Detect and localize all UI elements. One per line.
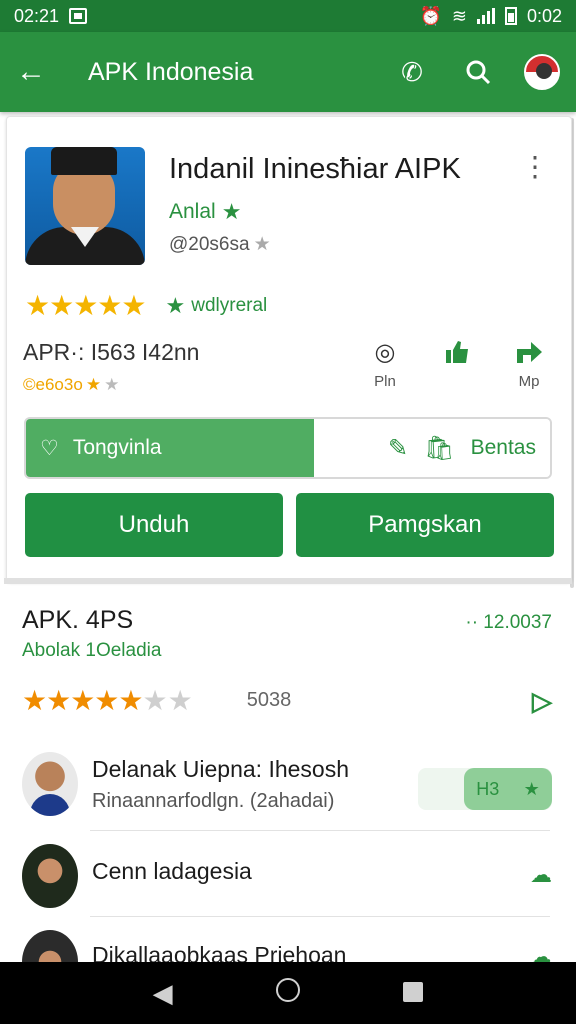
star-empty-icon: ★ [104, 375, 120, 394]
app-bar: ← APK Indonesia ✆ [0, 32, 576, 112]
signal-icon [476, 8, 495, 24]
recents-button[interactable] [393, 978, 433, 1009]
wifi-icon: ≋ [451, 5, 467, 26]
shop-label: Bentas [470, 436, 536, 459]
star-icon: ★ [523, 778, 540, 799]
shop-button[interactable]: ✎ 🛍 Bentas [314, 419, 550, 477]
back-triangle-icon[interactable]: ◀ [143, 978, 183, 1009]
mini-action-like[interactable] [431, 337, 483, 390]
home-circle-icon [275, 977, 300, 1002]
list-item-title: Delanak Uiepna: Ihesosh [92, 756, 349, 782]
package-name: @20s6sa [169, 233, 250, 255]
star-icon: ★ [85, 375, 102, 394]
more-options-icon[interactable]: ⋮ [521, 153, 549, 181]
chip-label: H3 [476, 778, 500, 799]
status-time-left: 02:21 [14, 5, 60, 26]
section-meta: ·· 12.0037 [465, 612, 552, 633]
share-arrow-icon [503, 337, 555, 367]
phone-icon[interactable]: ✆ [392, 52, 432, 92]
rating-stars: ★★★★★ [25, 290, 147, 321]
divider [90, 916, 550, 917]
mini-action-label: Mp [518, 373, 540, 390]
rating-count: 5038 [246, 689, 292, 711]
mini-action-pin[interactable]: ◎ Pln [359, 337, 411, 391]
app-detail-card: Indanil Ininesħiar AIPK ⋮ Anlal ★ @20s6s… [6, 116, 572, 582]
package-info: @20s6sa ★ [169, 233, 271, 256]
status-bar: 02:21 ⏰ ≋ 0:02 [0, 0, 576, 32]
section-rating: ★★★★★ ★★ 5038 [22, 684, 291, 717]
status-time-right: 0:02 [526, 5, 562, 26]
account-avatar[interactable] [524, 54, 560, 90]
downloads-info: ©e6o3o ★ ★ [23, 375, 119, 395]
developer-link[interactable]: Anlal ★ [169, 199, 241, 225]
play-forward-icon[interactable]: ▷ [532, 686, 552, 717]
app-name: Indanil Ininesħiar AIPK [169, 153, 461, 185]
verified-star-icon: ★ [165, 292, 186, 318]
mini-action-share[interactable]: Mp [503, 337, 555, 390]
recents-square-icon [403, 981, 424, 1002]
badge-icon: ◎ [374, 338, 396, 366]
list-item-title: Cenn ladagesia [92, 858, 252, 884]
app-bar-title: APK Indonesia [88, 57, 254, 86]
pencil-icon: ✎ [388, 434, 409, 462]
system-nav-bar: ◀ [0, 962, 576, 1024]
version-info: APR·: I563 I42nn [23, 339, 200, 365]
divider [4, 578, 572, 584]
cloud-icon[interactable]: ☁ [530, 862, 552, 888]
search-icon[interactable] [458, 52, 498, 92]
update-button[interactable]: Pamgskan [296, 493, 554, 557]
notification-icon [69, 8, 88, 24]
downloads-count: ©e6o3o [23, 375, 83, 394]
app-icon [25, 147, 145, 265]
list-item-subtitle: Rinaannarfodlgn. (2ahadai) [92, 790, 335, 812]
mini-action-label: Pln [374, 373, 396, 390]
star-icon: ★ [221, 199, 242, 224]
shopping-bag-icon: 🛍 [424, 434, 455, 462]
alarm-icon: ⏰ [419, 5, 442, 26]
verified-badge: ★ wdlyreral [166, 293, 268, 319]
battery-icon [504, 7, 517, 25]
rating-stars: ★★★★★ [22, 685, 144, 716]
mini-actions: ◎ Pln Mp [359, 337, 555, 390]
back-arrow-icon[interactable]: ← [16, 55, 60, 89]
thumbs-up-icon [431, 337, 483, 367]
avatar [22, 752, 78, 816]
heart-outline-icon: ♡ [40, 436, 59, 460]
section-subtitle[interactable]: Abolak 1Oeladia [22, 640, 161, 662]
rating-stars-empty: ★★ [142, 685, 193, 716]
list-item-chip[interactable]: H3 ★ [418, 768, 552, 810]
wishlist-label: Tongvinla [72, 436, 162, 459]
wishlist-button[interactable]: ♡ Tongvinla [26, 419, 314, 477]
split-action-button: ♡ Tongvinla ✎ 🛍 Bentas [24, 417, 552, 479]
install-button[interactable]: Unduh [25, 493, 283, 557]
star-icon: ★ [253, 234, 271, 255]
avatar [22, 844, 78, 908]
verified-label: wdlyreral [191, 294, 268, 316]
section-title: APK. 4PS [22, 606, 134, 634]
divider [90, 830, 550, 831]
home-button[interactable] [268, 977, 308, 1009]
developer-name: Anlal [169, 200, 216, 223]
rating-row: ★★★★★ ★ wdlyreral [25, 289, 267, 322]
